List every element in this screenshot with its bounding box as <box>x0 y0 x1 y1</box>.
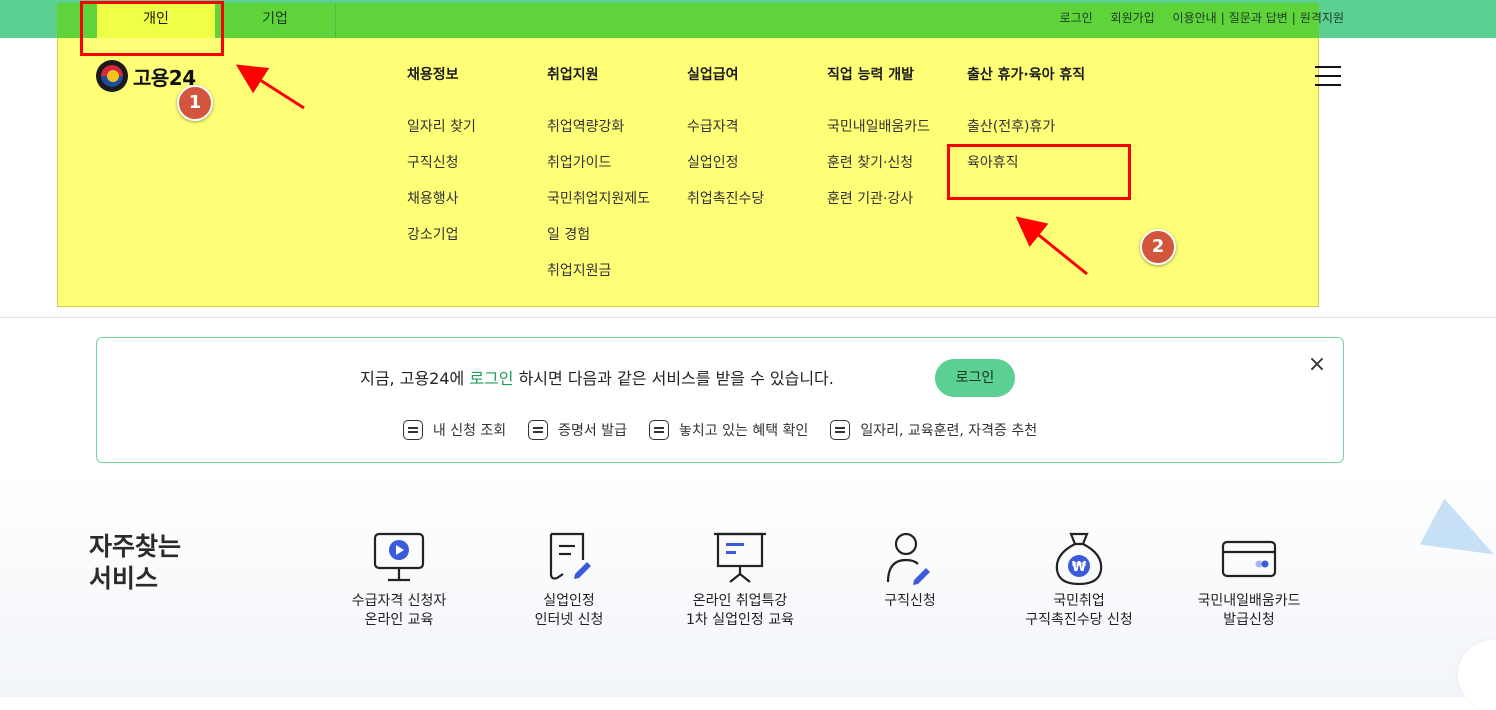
service-label: 국민취업 <box>1053 593 1105 609</box>
login-message-text: 지금, 고용24에 <box>360 369 470 388</box>
service-label: 수급자격 신청자 <box>351 593 447 609</box>
card-icon <box>1219 530 1279 586</box>
feature-item: 일자리, 교육훈련, 자격증 추천 <box>830 420 1037 440</box>
checklist-icon <box>402 420 423 440</box>
service-sublabel: 구직촉진수당 신청 <box>1025 612 1133 628</box>
feature-label: 일자리, 교육훈련, 자격증 추천 <box>860 423 1038 439</box>
frequent-services-title: 자주찾는 서비스 <box>89 531 181 595</box>
service-sublabel: 발급신청 <box>1223 612 1275 628</box>
login-feature-list: 내 신청 조회 증명서 발급 놓치고 있는 혜택 확인 일자리, 교육훈련, 자… <box>97 420 1343 440</box>
service-item[interactable]: 구직신청 <box>830 530 990 611</box>
login-button[interactable]: 로그인 <box>935 359 1015 397</box>
title-line: 자주찾는 <box>89 532 182 561</box>
badge-1: 1 <box>177 85 213 121</box>
feature-item: 증명서 발급 <box>528 420 627 440</box>
annotation-arrows <box>235 64 1088 276</box>
service-sublabel: 인터넷 신청 <box>534 612 604 628</box>
feature-label: 내 신청 조회 <box>432 423 507 439</box>
divider <box>0 317 1496 318</box>
benefit-search-icon <box>649 420 670 440</box>
badge-2: 2 <box>1140 229 1176 265</box>
service-label: 실업인정 <box>543 593 595 609</box>
service-item[interactable]: 수급자격 신청자 온라인 교육 <box>319 530 479 630</box>
arrow-icon <box>235 64 305 110</box>
service-label: 온라인 취업특강 <box>692 593 788 609</box>
service-item[interactable]: ₩ 국민취업 구직촉진수당 신청 <box>999 530 1159 630</box>
feature-item: 놓치고 있는 혜택 확인 <box>649 420 808 440</box>
monitor-play-icon <box>369 530 429 586</box>
login-message-link[interactable]: 로그인 <box>469 369 513 388</box>
certificate-icon <box>528 420 549 440</box>
arrow-icon <box>1015 216 1088 276</box>
feature-label: 증명서 발급 <box>558 423 628 439</box>
feature-item: 내 신청 조회 <box>402 420 507 440</box>
service-item[interactable]: 국민내일배움카드 발급신청 <box>1169 530 1329 630</box>
document-pen-icon <box>539 530 599 586</box>
login-banner: 지금, 고용24에 로그인 하시면 다음과 같은 서비스를 받을 수 있습니다.… <box>96 337 1344 463</box>
title-line: 서비스 <box>89 564 159 593</box>
person-pen-icon <box>880 530 940 586</box>
service-label: 구직신청 <box>884 593 936 609</box>
service-item[interactable]: 실업인정 인터넷 신청 <box>489 530 649 630</box>
service-item[interactable]: 온라인 취업특강 1차 실업인정 교육 <box>660 530 820 630</box>
close-icon[interactable]: × <box>1305 353 1329 377</box>
service-sublabel: 1차 실업인정 교육 <box>686 612 794 628</box>
login-message-text: 하시면 다음과 같은 서비스를 받을 수 있습니다. <box>513 369 834 388</box>
feature-label: 놓치고 있는 혜택 확인 <box>679 423 809 439</box>
service-sublabel: 온라인 교육 <box>364 612 434 628</box>
presentation-board-icon <box>710 530 770 586</box>
svg-text:₩: ₩ <box>1072 560 1087 575</box>
money-bag-icon: ₩ <box>1049 530 1109 586</box>
service-label: 국민내일배움카드 <box>1197 593 1301 609</box>
recommend-icon <box>830 420 851 440</box>
